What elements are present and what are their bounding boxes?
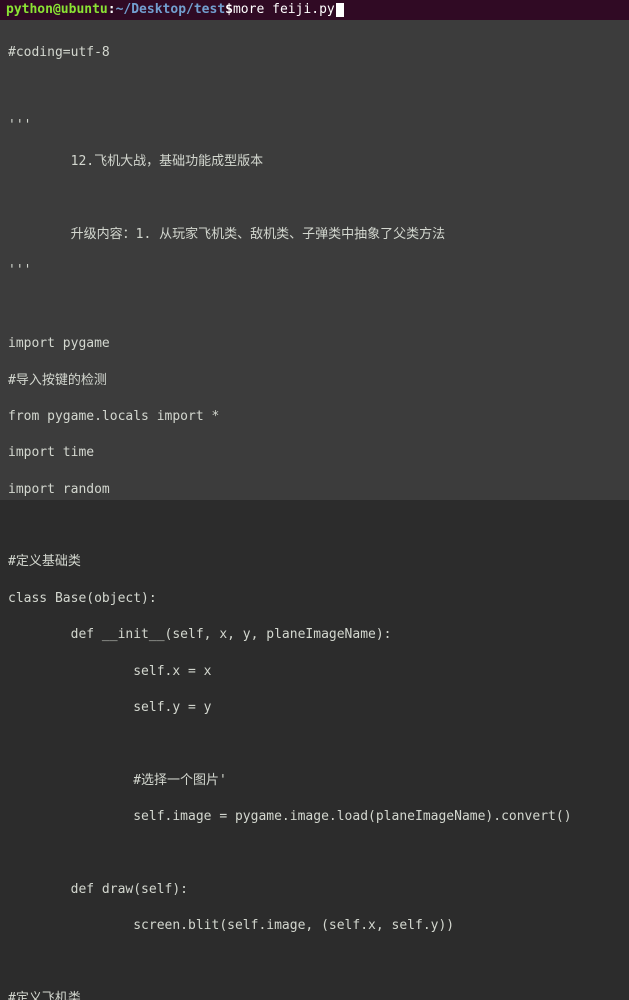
- code-line: from pygame.locals import *: [8, 408, 621, 426]
- code-line: #选择一个图片': [8, 772, 621, 790]
- code-line: #定义飞机类: [8, 990, 621, 1000]
- code-line: [8, 844, 621, 862]
- code-line: [8, 190, 621, 208]
- code-line: self.y = y: [8, 699, 621, 717]
- code-line: #定义基础类: [8, 553, 621, 571]
- code-line: [8, 735, 621, 753]
- code-line: import random: [8, 481, 621, 499]
- prompt-user-host: python@ubuntu: [6, 1, 108, 19]
- code-line: [8, 299, 621, 317]
- cursor-icon: [336, 3, 344, 17]
- prompt-path: ~/Desktop/test: [116, 1, 226, 19]
- code-line: import pygame: [8, 335, 621, 353]
- file-content[interactable]: #coding=utf-8 ''' 12.飞机大战，基础功能成型版本 升级内容：…: [0, 20, 629, 500]
- prompt-colon: :: [108, 1, 116, 19]
- code-line: ''': [8, 262, 621, 280]
- code-line: self.x = x: [8, 663, 621, 681]
- code-line: def __init__(self, x, y, planeImageName)…: [8, 626, 621, 644]
- code-line: [8, 517, 621, 535]
- code-line: #coding=utf-8: [8, 44, 621, 62]
- code-line: ''': [8, 117, 621, 135]
- code-line: def draw(self):: [8, 881, 621, 899]
- terminal-prompt-line[interactable]: python@ubuntu : ~/Desktop/test $ more fe…: [0, 0, 629, 20]
- code-line: screen.blit(self.image, (self.x, self.y)…: [8, 917, 621, 935]
- code-line: self.image = pygame.image.load(planeImag…: [8, 808, 621, 826]
- code-line: [8, 954, 621, 972]
- code-line: #导入按键的检测: [8, 372, 621, 390]
- code-line: class Base(object):: [8, 590, 621, 608]
- code-line: [8, 81, 621, 99]
- code-line: 升级内容：1. 从玩家飞机类、敌机类、子弹类中抽象了父类方法: [8, 226, 621, 244]
- terminal-window: python@ubuntu : ~/Desktop/test $ more fe…: [0, 0, 629, 500]
- prompt-command: more feiji.py: [233, 1, 335, 19]
- code-line: 12.飞机大战，基础功能成型版本: [8, 153, 621, 171]
- code-line: import time: [8, 444, 621, 462]
- prompt-dollar: $: [225, 1, 233, 19]
